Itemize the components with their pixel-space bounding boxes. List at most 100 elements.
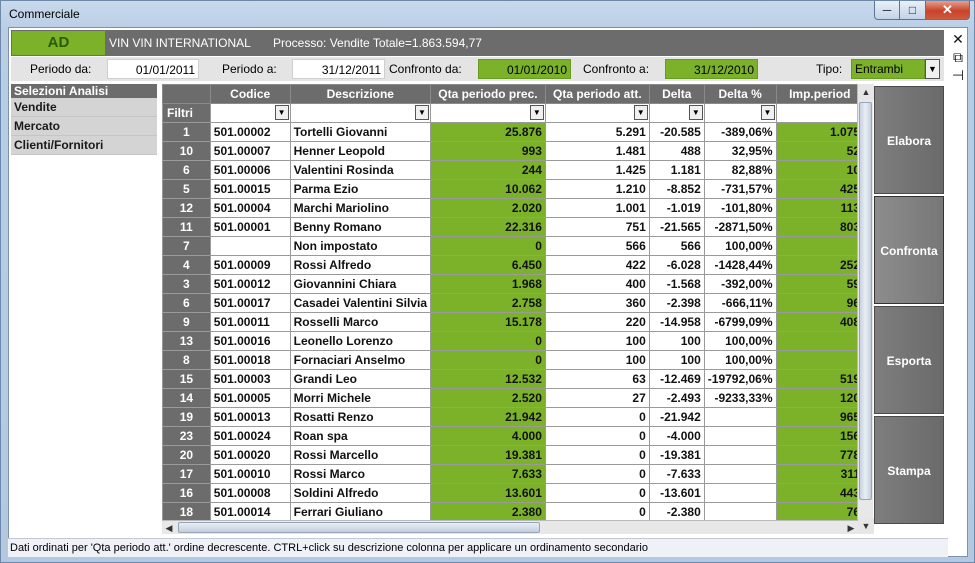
row-number[interactable]: 15	[162, 369, 211, 389]
table-row[interactable]: 23 501.00024 Roan spa 4.000 0 -4.000 156	[162, 426, 864, 446]
tipo-dropdown-button[interactable]: ▼	[925, 59, 940, 79]
cell-delta[interactable]: -8.852	[648, 179, 705, 199]
cell-qta-att[interactable]: 0	[544, 464, 650, 484]
cell-descrizione[interactable]: Non impostato	[289, 236, 432, 256]
cell-imp-periodo[interactable]: 96	[775, 293, 864, 313]
cell-descrizione[interactable]: Rossi Marcello	[289, 445, 432, 465]
cell-delta[interactable]: -21.942	[648, 407, 705, 427]
row-number[interactable]: 7	[162, 236, 211, 256]
table-row[interactable]: 18 501.00014 Ferrari Giuliano 2.380 0 -2.380 7…	[162, 502, 864, 522]
cell-qta-prec[interactable]: 21.942	[430, 407, 546, 427]
cell-qta-att[interactable]: 5.291	[544, 122, 650, 142]
table-row[interactable]: 19 501.00013 Rosatti Renzo 21.942 0 -21.942 96…	[162, 407, 864, 427]
cell-descrizione[interactable]: Morri Michele	[289, 388, 432, 408]
cell-descrizione[interactable]: Benny Romano	[289, 217, 432, 237]
cell-qta-prec[interactable]: 19.381	[430, 445, 546, 465]
cell-delta-pct[interactable]: 100,00%	[703, 350, 777, 370]
confronto-da-field[interactable]: 01/01/2010	[478, 59, 571, 79]
cell-imp-periodo[interactable]: 10	[775, 160, 864, 180]
cell-codice[interactable]: 501.00003	[209, 369, 291, 389]
column-header-imp-periodo[interactable]: Imp.period	[775, 84, 864, 104]
cell-delta-pct[interactable]	[703, 407, 777, 427]
cell-descrizione[interactable]: Rosselli Marco	[289, 312, 432, 332]
cell-descrizione[interactable]: Casadei Valentini Silvia	[289, 293, 432, 313]
cell-imp-periodo[interactable]: 803	[775, 217, 864, 237]
filter-delta-pct[interactable]: ▼	[703, 103, 777, 123]
table-row[interactable]: 15 501.00003 Grandi Leo 12.532 63 -12.469 -197…	[162, 369, 864, 389]
cell-imp-periodo[interactable]: 113	[775, 198, 864, 218]
cell-imp-periodo[interactable]: 311	[775, 464, 864, 484]
cell-delta-pct[interactable]	[703, 464, 777, 484]
chevron-down-icon[interactable]: ▼	[688, 105, 703, 120]
cell-delta[interactable]: 488	[648, 141, 705, 161]
cell-imp-periodo[interactable]: 965	[775, 407, 864, 427]
cell-codice[interactable]: 501.00010	[209, 464, 291, 484]
cell-qta-att[interactable]: 0	[544, 407, 650, 427]
cell-imp-periodo[interactable]: 59	[775, 274, 864, 294]
minimize-button[interactable]: ─	[874, 1, 900, 20]
filter-imp-periodo[interactable]	[775, 103, 864, 123]
cell-codice[interactable]: 501.00016	[209, 331, 291, 351]
cell-delta-pct[interactable]	[703, 445, 777, 465]
cell-delta-pct[interactable]: 32,95%	[703, 141, 777, 161]
cell-codice[interactable]: 501.00005	[209, 388, 291, 408]
window-layout-icon[interactable]: ⧉	[950, 48, 966, 66]
filter-codice[interactable]: ▼	[209, 103, 291, 123]
cell-descrizione[interactable]: Henner Leopold	[289, 141, 432, 161]
cell-descrizione[interactable]: Tortelli Giovanni	[289, 122, 432, 142]
cell-qta-att[interactable]: 1.425	[544, 160, 650, 180]
table-row[interactable]: 17 501.00010 Rossi Marco 7.633 0 -7.633 311	[162, 464, 864, 484]
filter-qta-prec[interactable]: ▼	[430, 103, 546, 123]
scroll-left-icon[interactable]: ◀	[162, 521, 176, 535]
chevron-down-icon[interactable]: ▼	[415, 105, 430, 120]
filter-descrizione[interactable]: ▼	[289, 103, 432, 123]
cell-delta-pct[interactable]: -9233,33%	[703, 388, 777, 408]
table-row[interactable]: 9 501.00011 Rosselli Marco 15.178 220 -14.958…	[162, 312, 864, 332]
table-row[interactable]: 20 501.00020 Rossi Marcello 19.381 0 -19.381 7…	[162, 445, 864, 465]
cell-qta-prec[interactable]: 4.000	[430, 426, 546, 446]
table-row[interactable]: 7 Non impostato 0 566 566 100,00%	[162, 236, 864, 256]
periodo-da-field[interactable]: 01/01/2011	[107, 59, 199, 79]
cell-descrizione[interactable]: Roan spa	[289, 426, 432, 446]
chevron-down-icon[interactable]: ▼	[760, 105, 775, 120]
cell-imp-periodo[interactable]	[775, 350, 864, 370]
vertical-scrollbar[interactable]: ▲ ▼	[857, 84, 874, 534]
cell-descrizione[interactable]: Valentini Rosinda	[289, 160, 432, 180]
stampa-button[interactable]: Stampa	[874, 416, 944, 524]
vertical-scroll-thumb[interactable]	[859, 102, 872, 500]
cell-qta-att[interactable]: 0	[544, 483, 650, 503]
cell-codice[interactable]: 501.00007	[209, 141, 291, 161]
corner-header[interactable]	[162, 84, 211, 104]
panel-close-icon[interactable]: ✕	[950, 30, 966, 48]
table-row[interactable]: 6 501.00017 Casadei Valentini Silvia 2.758 3…	[162, 293, 864, 313]
row-number[interactable]: 6	[162, 160, 211, 180]
cell-codice[interactable]: 501.00018	[209, 350, 291, 370]
cell-qta-att[interactable]: 1.210	[544, 179, 650, 199]
cell-qta-att[interactable]: 63	[544, 369, 650, 389]
cell-codice[interactable]: 501.00009	[209, 255, 291, 275]
horizontal-scroll-thumb[interactable]	[178, 522, 540, 533]
cell-qta-prec[interactable]: 0	[430, 331, 546, 351]
maximize-button[interactable]: □	[900, 1, 926, 20]
row-number[interactable]: 13	[162, 331, 211, 351]
table-row[interactable]: 11 501.00001 Benny Romano 22.316 751 -21.565-…	[162, 217, 864, 237]
cell-imp-periodo[interactable]	[775, 331, 864, 351]
table-row[interactable]: 3 501.00012 Giovannini Chiara 1.968 400 -1.56…	[162, 274, 864, 294]
cell-imp-periodo[interactable]: 425	[775, 179, 864, 199]
table-row[interactable]: 5 501.00015 Parma Ezio 10.062 1.210 -8.852 -73…	[162, 179, 864, 199]
cell-qta-prec[interactable]: 993	[430, 141, 546, 161]
cell-qta-prec[interactable]: 2.380	[430, 502, 546, 522]
cell-codice[interactable]: 501.00020	[209, 445, 291, 465]
row-number[interactable]: 3	[162, 274, 211, 294]
chevron-down-icon[interactable]: ▼	[274, 105, 289, 120]
cell-codice[interactable]: 501.00008	[209, 483, 291, 503]
cell-qta-prec[interactable]: 0	[430, 350, 546, 370]
cell-qta-prec[interactable]: 15.178	[430, 312, 546, 332]
periodo-a-field[interactable]: 31/12/2011	[292, 59, 385, 79]
scroll-down-icon[interactable]: ▼	[858, 518, 874, 534]
cell-imp-periodo[interactable]: 252	[775, 255, 864, 275]
cell-delta-pct[interactable]: -6799,09%	[703, 312, 777, 332]
row-number[interactable]: 11	[162, 217, 211, 237]
cell-delta-pct[interactable]: 100,00%	[703, 331, 777, 351]
cell-qta-att[interactable]: 360	[544, 293, 650, 313]
